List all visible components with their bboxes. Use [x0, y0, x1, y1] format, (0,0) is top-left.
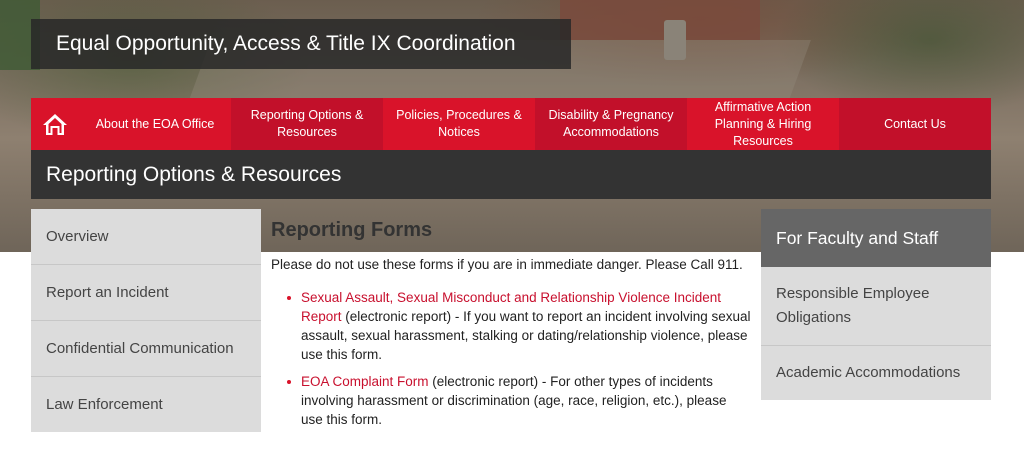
- page-title: Reporting Options & Resources: [31, 150, 991, 199]
- home-button[interactable]: [31, 98, 79, 150]
- right-sidebar-heading: For Faculty and Staff: [761, 209, 991, 267]
- nav-item-about[interactable]: About the EOA Office: [79, 98, 231, 150]
- right-item-academic-accommodations[interactable]: Academic Accommodations: [761, 346, 991, 400]
- site-title[interactable]: Equal Opportunity, Access & Title IX Coo…: [31, 19, 571, 69]
- nav-item-contact[interactable]: Contact Us: [839, 98, 991, 150]
- main-content: Reporting Forms Please do not use these …: [271, 219, 751, 437]
- list-item: Sexual Assault, Sexual Misconduct and Re…: [271, 288, 751, 364]
- home-icon: [43, 114, 67, 135]
- nav-item-policies[interactable]: Policies, Procedures & Notices: [383, 98, 535, 150]
- form-description: (electronic report) - If you want to rep…: [301, 309, 751, 362]
- sidebar-item-confidential[interactable]: Confidential Communication: [31, 321, 261, 377]
- nav-item-affirmative-action[interactable]: Affirmative Action Planning & Hiring Res…: [687, 98, 839, 150]
- hero-building: [560, 0, 760, 40]
- eoa-complaint-form-link[interactable]: EOA Complaint Form: [301, 374, 429, 389]
- nav-item-reporting[interactable]: Reporting Options & Resources: [231, 98, 383, 150]
- forms-list: Sexual Assault, Sexual Misconduct and Re…: [271, 288, 751, 429]
- section-heading: Reporting Forms: [271, 219, 433, 241]
- nav-item-accommodations[interactable]: Disability & Pregnancy Accommodations: [535, 98, 687, 150]
- right-sidebar: For Faculty and Staff Responsible Employ…: [761, 209, 991, 400]
- right-item-responsible-employee[interactable]: Responsible Employee Obligations: [761, 267, 991, 346]
- sidebar-item-overview[interactable]: Overview: [31, 209, 261, 265]
- sidebar-item-report-incident[interactable]: Report an Incident: [31, 265, 261, 321]
- main-nav: About the EOA Office Reporting Options &…: [31, 98, 991, 150]
- list-item: EOA Complaint Form (electronic report) -…: [271, 372, 751, 429]
- sidebar-item-law-enforcement[interactable]: Law Enforcement: [31, 377, 261, 432]
- left-sidebar: Overview Report an Incident Confidential…: [31, 209, 261, 432]
- hero-trash-bin: [664, 20, 686, 60]
- intro-text: Please do not use these forms if you are…: [271, 257, 743, 272]
